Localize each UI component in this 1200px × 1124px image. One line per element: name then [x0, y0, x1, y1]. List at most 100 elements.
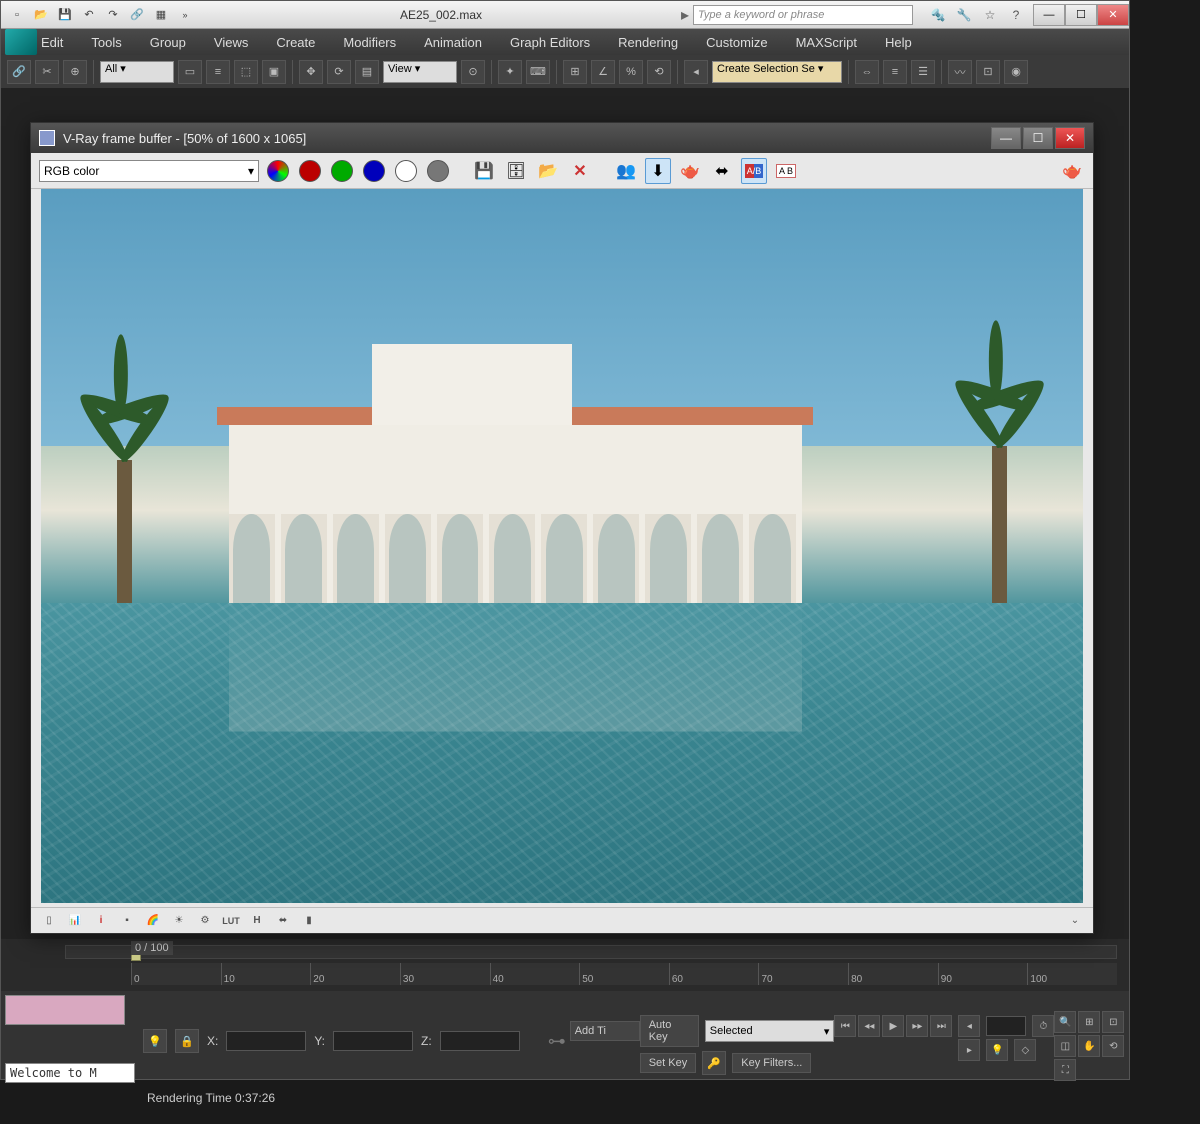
menu-rendering[interactable]: Rendering — [618, 35, 678, 50]
menu-edit[interactable]: Edit — [41, 35, 63, 50]
redo-icon[interactable]: ↷ — [103, 5, 123, 25]
selection-filter-dropdown[interactable]: All ▾ — [100, 61, 174, 83]
color-corrections-icon[interactable]: ▯ — [39, 911, 59, 931]
search-go-icon[interactable]: ▸ — [681, 5, 689, 25]
levels-icon[interactable]: 📊 — [65, 911, 85, 931]
reference-coord-dropdown[interactable]: View ▾ — [383, 61, 457, 83]
y-input[interactable] — [333, 1031, 413, 1051]
clear-image-icon[interactable]: ✕ — [567, 158, 593, 184]
qat-more-icon[interactable]: » — [175, 5, 195, 25]
menu-graph-editors[interactable]: Graph Editors — [510, 35, 590, 50]
scale-icon[interactable]: ▤ — [355, 60, 379, 84]
manipulate-icon[interactable]: ✦ — [498, 60, 522, 84]
play-icon[interactable]: ▶ — [882, 1015, 904, 1037]
vray-logo-icon[interactable]: 🫖 — [1059, 158, 1085, 184]
pivot-icon[interactable]: ⊙ — [461, 60, 485, 84]
open-icon[interactable]: 📂 — [31, 5, 51, 25]
menu-views[interactable]: Views — [214, 35, 248, 50]
maximize-button[interactable]: ☐ — [1065, 4, 1097, 26]
lock-icon[interactable]: 💡 — [143, 1029, 167, 1053]
z-input[interactable] — [440, 1031, 520, 1051]
named-selection-dropdown[interactable]: Create Selection Se ▾ — [712, 61, 842, 83]
window-crossing-icon[interactable]: ▣ — [262, 60, 286, 84]
unlink-icon[interactable]: ✂ — [35, 60, 59, 84]
prompt-input[interactable]: Welcome to M — [5, 1063, 135, 1083]
goto-start-icon[interactable]: ⏮ — [834, 1015, 856, 1037]
move-icon[interactable]: ✥ — [299, 60, 323, 84]
next-key-icon[interactable]: ▸ — [958, 1039, 980, 1061]
save-all-icon[interactable]: 🗄 — [503, 158, 529, 184]
key-mode-dropdown[interactable]: Selected▾ — [705, 1020, 835, 1042]
history-icon[interactable]: A B — [773, 158, 799, 184]
menu-maxscript[interactable]: MAXScript — [796, 35, 857, 50]
time-config-icon[interactable]: ⏱ — [1032, 1015, 1054, 1037]
load-image-icon[interactable]: 📂 — [535, 158, 561, 184]
new-icon[interactable]: ▫ — [7, 5, 27, 25]
pixel-info-icon[interactable]: ▪ — [117, 911, 137, 931]
track-mouse-icon[interactable]: ⬇ — [645, 158, 671, 184]
select-object-icon[interactable]: ▭ — [178, 60, 202, 84]
link-icon[interactable]: 🔗 — [127, 5, 147, 25]
zoom-all-icon[interactable]: ⊞ — [1078, 1011, 1100, 1033]
rectangle-select-icon[interactable]: ⬚ — [234, 60, 258, 84]
menu-tools[interactable]: Tools — [91, 35, 121, 50]
curve-icon[interactable]: 🌈 — [143, 911, 163, 931]
auto-key-button[interactable]: Auto Key — [640, 1015, 699, 1047]
duplicate-icon[interactable]: 👥 — [613, 158, 639, 184]
mono-channel-icon[interactable] — [425, 158, 451, 184]
undo-icon[interactable]: ↶ — [79, 5, 99, 25]
save-image-icon[interactable]: 💾 — [471, 158, 497, 184]
menu-create[interactable]: Create — [276, 35, 315, 50]
srgb-icon[interactable]: ⬌ — [273, 911, 293, 931]
prev-frame-icon[interactable]: ◂◂ — [858, 1015, 880, 1037]
snap-toggle-icon[interactable]: ⊞ — [563, 60, 587, 84]
angle-snap-icon[interactable]: ∠ — [591, 60, 615, 84]
blue-channel-icon[interactable] — [361, 158, 387, 184]
goto-end-icon[interactable]: ⏭ — [930, 1015, 952, 1037]
schematic-icon[interactable]: ⊡ — [976, 60, 1000, 84]
key-tag-icon[interactable]: 🔑 — [702, 1051, 726, 1075]
white-balance-icon[interactable]: ⚙ — [195, 911, 215, 931]
hue-icon[interactable]: H — [247, 911, 267, 931]
exposure-icon[interactable]: ☀ — [169, 911, 189, 931]
project-icon[interactable]: ▦ — [151, 5, 171, 25]
frame-ruler[interactable]: 0 10 20 30 40 50 60 70 80 90 100 — [131, 963, 1117, 985]
alpha-channel-icon[interactable] — [393, 158, 419, 184]
keyboard-shortcut-icon[interactable]: ⌨ — [526, 60, 550, 84]
toolbox-icon[interactable]: 🔩 — [929, 6, 947, 24]
minimize-button[interactable]: — — [1033, 4, 1065, 26]
align-icon[interactable]: ≡ — [883, 60, 907, 84]
script-listener[interactable] — [5, 995, 125, 1025]
add-time-button[interactable]: Add Ti — [570, 1021, 640, 1041]
current-frame-input[interactable] — [986, 1016, 1026, 1036]
channel-dropdown[interactable]: RGB color▾ — [39, 160, 259, 182]
curve-editor-icon[interactable]: 〰 — [948, 60, 972, 84]
star-icon[interactable]: ☆ — [981, 6, 999, 24]
region-render-icon[interactable]: ⬌ — [709, 158, 735, 184]
menu-animation[interactable]: Animation — [424, 35, 482, 50]
vfb-minimize-button[interactable]: — — [991, 127, 1021, 149]
expand-history-icon[interactable]: ⌄ — [1065, 911, 1085, 931]
named-sel-prev-icon[interactable]: ◂ — [684, 60, 708, 84]
orbit-icon[interactable]: ⟲ — [1102, 1035, 1124, 1057]
isolate-icon[interactable]: 💡 — [986, 1039, 1008, 1061]
menu-group[interactable]: Group — [150, 35, 186, 50]
menu-modifiers[interactable]: Modifiers — [343, 35, 396, 50]
help-icon[interactable]: ? — [1007, 6, 1025, 24]
vfb-maximize-button[interactable]: ☐ — [1023, 127, 1053, 149]
select-link-icon[interactable]: 🔗 — [7, 60, 31, 84]
material-editor-icon[interactable]: ◉ — [1004, 60, 1028, 84]
wrench-icon[interactable]: 🔧 — [955, 6, 973, 24]
zoom-icon[interactable]: 🔍 — [1054, 1011, 1076, 1033]
zoom-extents-icon[interactable]: ⊡ — [1102, 1011, 1124, 1033]
green-channel-icon[interactable] — [329, 158, 355, 184]
pan-icon[interactable]: ✋ — [1078, 1035, 1100, 1057]
time-slider-track[interactable] — [65, 945, 1117, 959]
key-filters-button[interactable]: Key Filters... — [732, 1053, 811, 1073]
app-logo-icon[interactable] — [5, 29, 37, 55]
info-icon[interactable]: i — [91, 911, 111, 931]
maximize-viewport-icon[interactable]: ⛶ — [1054, 1059, 1076, 1081]
stamps-icon[interactable]: ▮ — [299, 911, 319, 931]
mirror-icon[interactable]: ⇔ — [855, 60, 879, 84]
menu-help[interactable]: Help — [885, 35, 912, 50]
